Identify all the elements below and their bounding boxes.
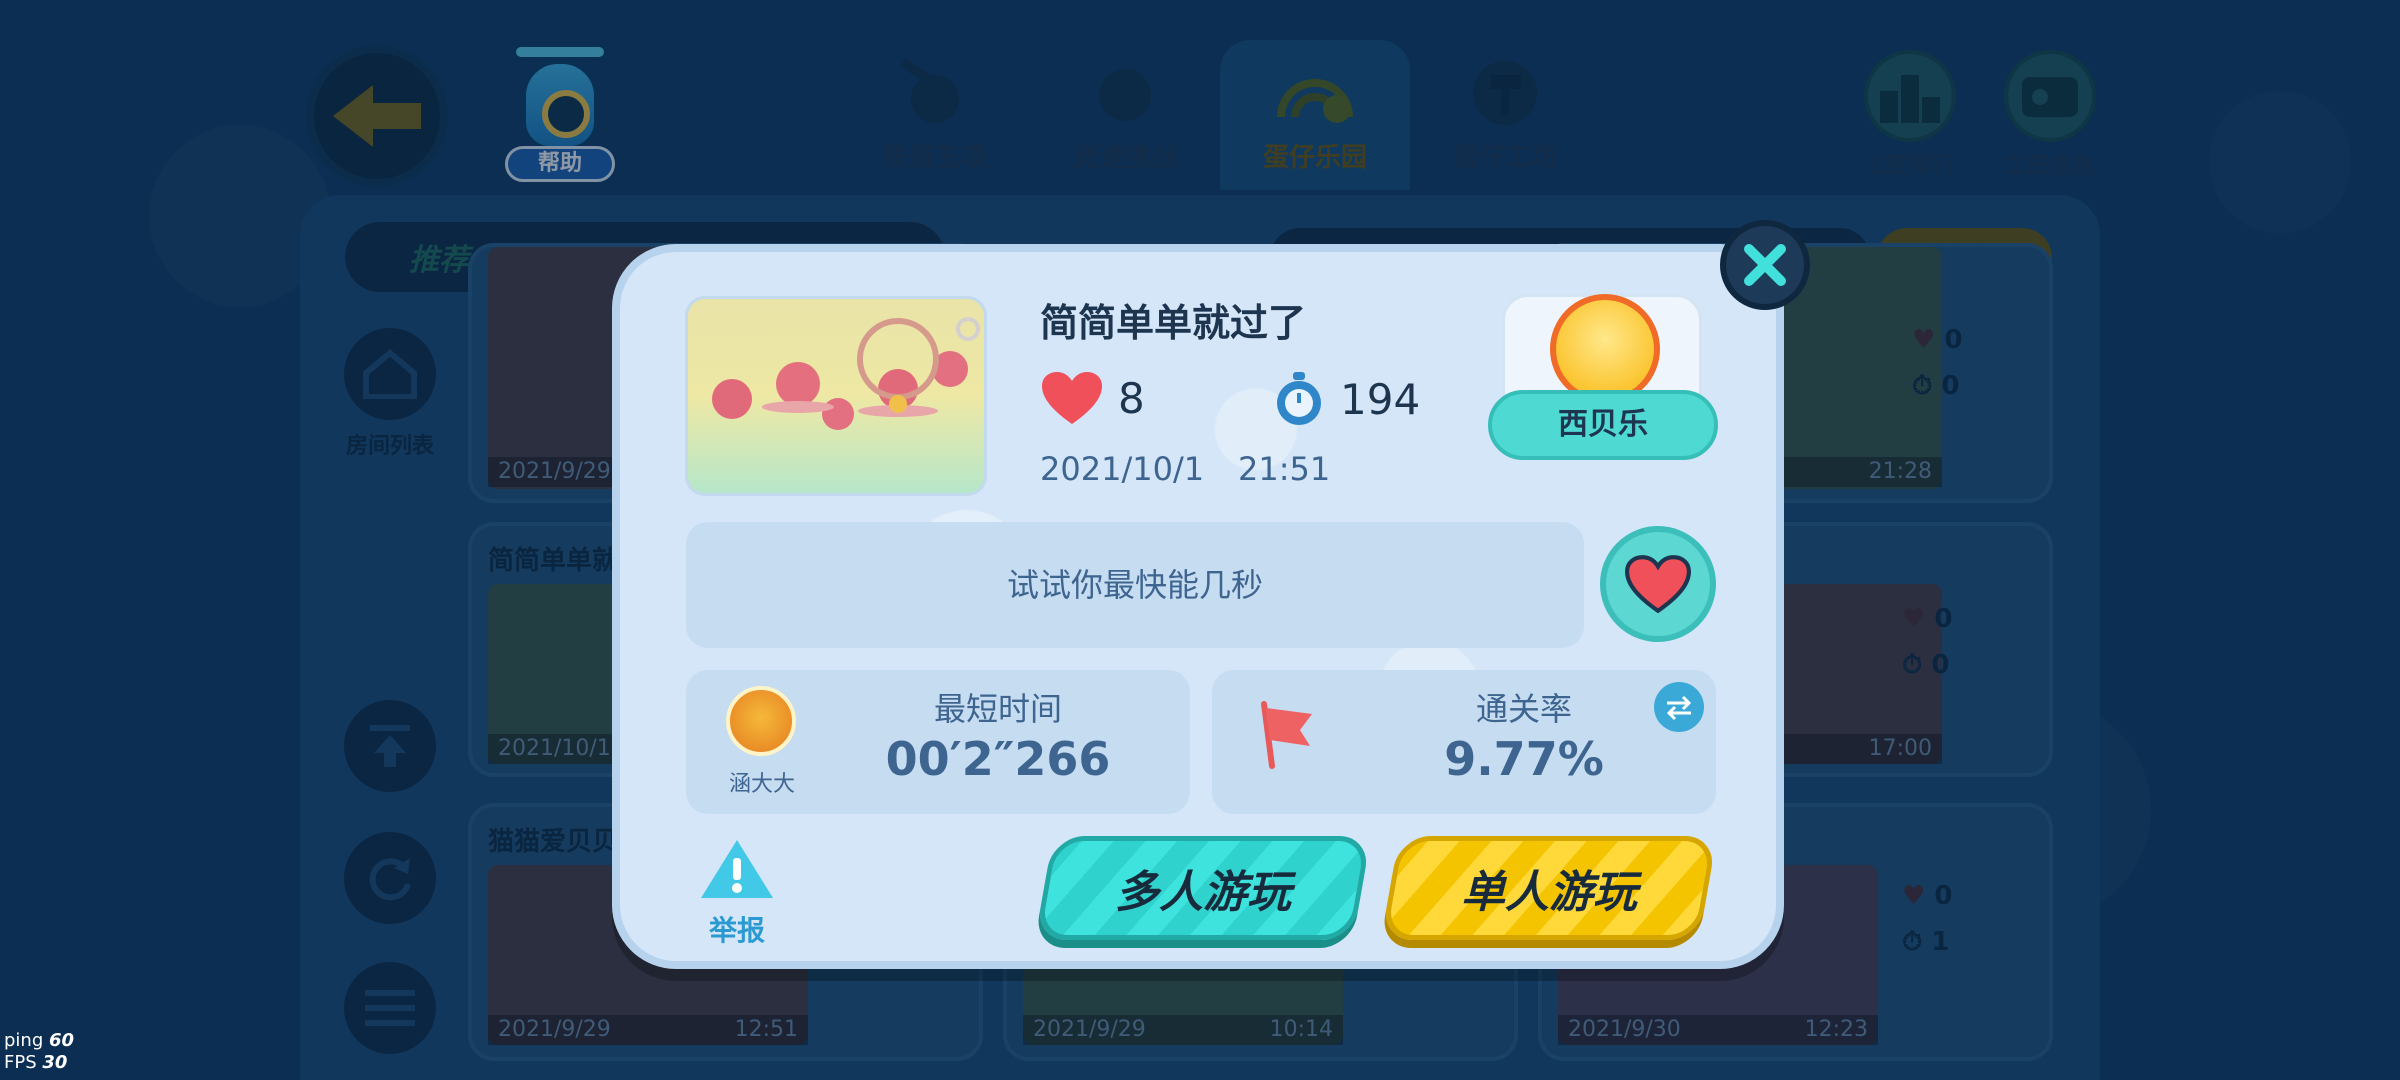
singleplayer-button[interactable]: 单人游玩 <box>1380 836 1718 940</box>
perf-stats: ping 60 FPS 30 <box>4 1030 74 1074</box>
swap-arrows-icon <box>1666 695 1692 721</box>
singleplayer-label: 单人游玩 <box>1461 867 1637 918</box>
author-avatar <box>1550 294 1660 404</box>
map-title: 简简单单就过了 <box>1040 301 1307 345</box>
likes-count: 8 <box>1118 373 1145 423</box>
report-label: 举报 <box>708 914 765 947</box>
ping-value: 60 <box>49 1030 75 1051</box>
favorite-button[interactable] <box>1600 526 1716 642</box>
heart-icon <box>1042 372 1102 424</box>
multiplayer-label: 多人游玩 <box>1115 867 1291 918</box>
publish-time: 21:51 <box>1238 450 1331 488</box>
fps-value: 30 <box>42 1052 68 1073</box>
close-button[interactable] <box>1720 220 1810 310</box>
map-plays: 194 <box>1272 370 1420 428</box>
ping-label: ping <box>4 1030 44 1051</box>
heart-icon <box>1625 555 1691 613</box>
best-time-value: 00′2″266 <box>885 732 1111 786</box>
publish-date: 2021/10/1 <box>1040 450 1205 488</box>
clear-rate-panel: 通关率 9.77% <box>1212 670 1716 814</box>
stopwatch-icon <box>1277 372 1321 425</box>
swap-stats-button[interactable] <box>1654 682 1704 732</box>
close-icon <box>1744 244 1786 286</box>
multiplayer-button[interactable]: 多人游玩 <box>1034 836 1372 940</box>
clear-rate-value: 9.77% <box>1444 732 1604 786</box>
map-preview-image <box>685 296 987 496</box>
plays-count: 194 <box>1340 374 1421 424</box>
author-card[interactable]: 西贝乐 <box>1488 290 1718 470</box>
best-time-label: 最短时间 <box>933 690 1062 728</box>
author-name: 西贝乐 <box>1488 390 1718 460</box>
clear-rate-label: 通关率 <box>1475 690 1572 728</box>
report-button[interactable]: 举报 <box>692 836 782 949</box>
fps-label: FPS <box>4 1052 37 1073</box>
map-description: 试试你最快能几秒 <box>686 522 1584 648</box>
map-likes: 8 <box>1040 370 1145 426</box>
best-time-panel: 涵大大 最短时间 00′2″266 <box>686 670 1190 814</box>
warning-icon <box>701 840 773 898</box>
